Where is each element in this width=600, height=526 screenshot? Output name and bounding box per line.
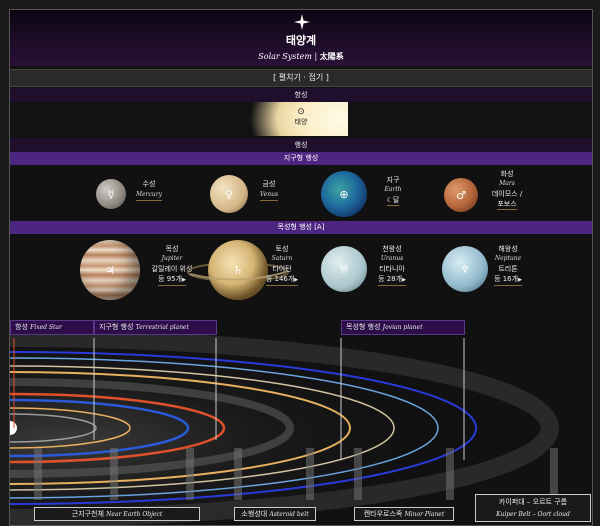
earth-symbol-icon: ⊕ (339, 187, 349, 201)
mars-planet[interactable]: ♂ (444, 178, 478, 212)
mercury-name-ko: 수성 (142, 180, 156, 188)
earth-planet[interactable]: ⊕ (321, 171, 367, 217)
neo-label-ko: 근지구천체 (71, 510, 104, 518)
sun-name: 태양 (294, 118, 308, 126)
fixed-star-label-en: Fixed Star (30, 324, 62, 331)
saturn-label[interactable]: 토성 Saturn 타이탄 등 146개▶ (260, 244, 304, 286)
centaur-label-en: Minor Planet (404, 511, 445, 518)
earth-moon-link[interactable]: ☾달 (386, 195, 400, 206)
expand-arrow-icon: ▶ (294, 277, 299, 283)
earth-label[interactable]: 지구 Earth ☾달 (378, 175, 408, 206)
earth-name-en: Earth (384, 186, 402, 193)
mars-label[interactable]: 화성 Mars 데이모스 / 포보스 (484, 169, 530, 210)
fixed-star-label-ko: 항성 (15, 323, 28, 331)
venus-name-ko: 금성 (262, 180, 276, 188)
neptune-symbol-icon: ♆ (460, 262, 470, 276)
neo-label-en: Near Earth Object (106, 511, 163, 518)
jovian-zone-label-en: Jovian planet (382, 324, 423, 331)
uranus-symbol-icon: ♅ (339, 262, 349, 276)
subtitle-separator: | (311, 52, 320, 61)
uranus-label[interactable]: 천왕성 Uranus 티타니아 등 28개▶ (372, 244, 412, 286)
saturn-symbol-icon: ♄ (233, 264, 243, 277)
saturn-moons-link[interactable]: 타이탄 (260, 264, 304, 274)
centaur-tag[interactable]: 켄타우로스족 Minor Planet (354, 507, 454, 521)
expand-arrow-icon: ▶ (402, 277, 406, 283)
uranus-planet[interactable]: ♅ (321, 246, 367, 292)
section-terrestrial-heading[interactable]: 지구형 행성 (10, 152, 592, 165)
section-jovian-heading[interactable]: 목성형 행성 [A] (10, 221, 592, 234)
mercury-symbol-icon: ☿ (107, 187, 115, 201)
uranus-name-en: Uranus (380, 255, 404, 262)
jovian-zone-label-ko: 목성형 행성 (346, 323, 381, 331)
terrestrial-planets-row: ☿ 수성 Mercury ♀ 금성 Venus ⊕ 지구 Earth ☾달 ♂ … (10, 165, 592, 221)
jupiter-symbol-icon: ♃ (105, 263, 115, 277)
earth-name-ko: 지구 (386, 176, 400, 184)
venus-label[interactable]: 금성 Venus (256, 179, 282, 201)
neptune-label[interactable]: 해왕성 Neptune 트리톤 등 16개▶ (488, 244, 528, 286)
mars-moons-link-2[interactable]: 포보스 (497, 199, 517, 210)
centaur-label-ko: 켄타우로스족 (363, 510, 403, 518)
asteroid-label-ko: 소행성대 (241, 510, 268, 518)
kuiper-oort-tag[interactable]: 카이퍼대 – 오르트 구름 Kuiper Belt – Oort cloud (475, 494, 591, 522)
jupiter-moon-count[interactable]: 등 95개 (158, 275, 182, 283)
saturn-moon-count[interactable]: 등 146개 (266, 275, 294, 283)
sun-symbol-icon: ⊙ (297, 107, 305, 117)
mercury-name-en: Mercury (135, 190, 163, 201)
four-point-star-icon (294, 14, 310, 30)
venus-planet[interactable]: ♀ (210, 175, 248, 213)
asteroid-label-en: Asteroid belt (269, 511, 309, 518)
neptune-name-ko: 해왕성 (498, 245, 518, 253)
mars-name-en: Mars (499, 180, 515, 187)
solar-system-navbox: 태양계 Solar System | 太陽系 [ 펼치기 · 접기 ] 항성 ⊙… (9, 9, 593, 526)
section-planet-heading: 행성 (10, 138, 592, 152)
jupiter-planet[interactable]: ♃ (80, 240, 140, 300)
mars-name-ko: 화성 (500, 170, 514, 178)
neptune-moon-count[interactable]: 등 16개 (494, 275, 518, 283)
neptune-moons-link[interactable]: 트리톤 (488, 264, 528, 274)
page-subtitle: Solar System | 太陽系 (10, 51, 592, 62)
fixed-star-zone-tag[interactable]: 항성 Fixed Star (10, 320, 94, 335)
near-earth-object-tag[interactable]: 근지구천체 Near Earth Object (34, 507, 200, 521)
sun-label[interactable]: ⊙ 태양 (10, 107, 592, 127)
neptune-name-en: Neptune (494, 255, 522, 262)
jovian-zone-tag[interactable]: 목성형 행성 Jovian planet (341, 320, 465, 335)
saturn-name-en: Saturn (271, 255, 293, 262)
saturn-name-ko: 토성 (275, 245, 289, 253)
subtitle-chinese: 太陽系 (319, 51, 344, 61)
mercury-label[interactable]: 수성 Mercury (134, 179, 164, 201)
mars-moons-link[interactable]: 데이모스 / (484, 189, 530, 199)
terrestrial-zone-label-en: Terrestrial planet (135, 324, 189, 331)
navbox-header: 태양계 Solar System | 太陽系 (10, 10, 592, 66)
terrestrial-zone-tag[interactable]: 지구형 행성 Terrestrial planet (94, 320, 217, 335)
terrestrial-zone-label-ko: 지구형 행성 (99, 323, 134, 331)
venus-symbol-icon: ♀ (224, 187, 234, 201)
expand-arrow-icon: ▶ (518, 277, 522, 283)
mercury-planet[interactable]: ☿ (96, 179, 126, 209)
orbit-diagram: 항성 Fixed Star 지구형 행성 Terrestrial planet … (10, 320, 592, 525)
uranus-moons-link[interactable]: 티타니아 (372, 264, 412, 274)
jovian-planets-row: ♃ 목성 Jupiter 갈릴레이 위성 등 95개▶ ♄ 토성 Saturn … (10, 234, 592, 308)
asteroid-belt-tag[interactable]: 소행성대 Asteroid belt (234, 507, 316, 521)
page-title: 태양계 (285, 34, 317, 47)
venus-name-en: Venus (259, 190, 279, 201)
uranus-moon-count[interactable]: 등 28개 (378, 275, 402, 283)
sun-row: ⊙ 태양 (10, 102, 592, 136)
subtitle-english: Solar System (258, 52, 312, 61)
expand-collapse-toggle[interactable]: [ 펼치기 · 접기 ] (10, 69, 592, 87)
uranus-name-ko: 천왕성 (382, 245, 402, 253)
kuiper-label-en: Kuiper Belt – Oort cloud (496, 511, 570, 518)
section-star-heading: 항성 (10, 88, 592, 102)
kuiper-label-ko: 카이퍼대 – 오르트 구름 (498, 498, 568, 506)
mars-symbol-icon: ♂ (456, 188, 466, 202)
neptune-planet[interactable]: ♆ (442, 246, 488, 292)
